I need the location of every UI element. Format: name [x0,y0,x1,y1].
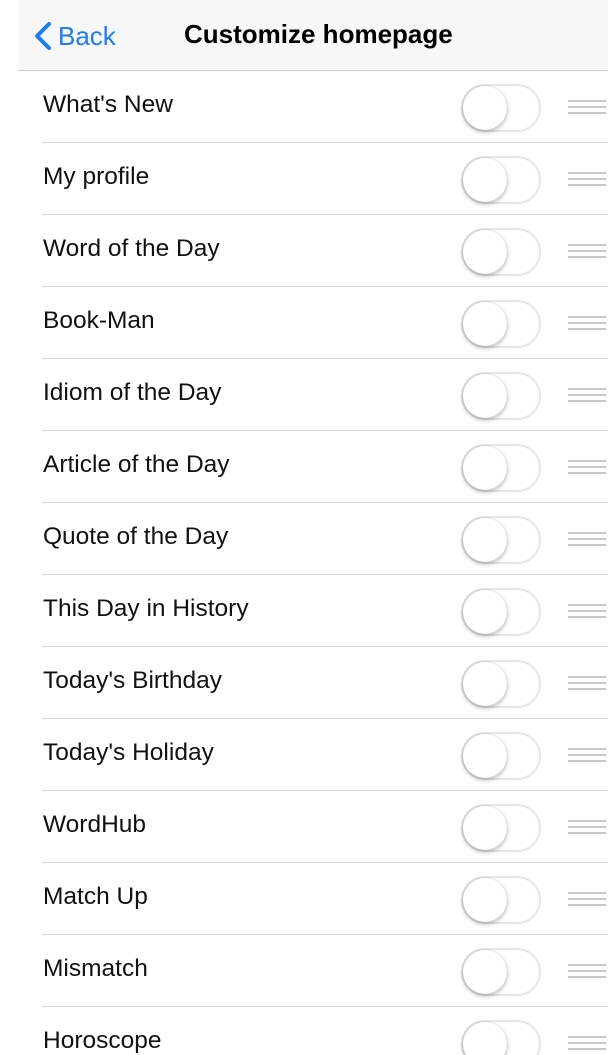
drag-handle-icon[interactable] [568,244,606,258]
visibility-toggle[interactable] [461,516,541,564]
left-edge-strip [0,0,18,1055]
list-item: What's New [18,71,608,143]
chevron-left-icon [35,22,51,50]
toggle-knob [463,806,507,850]
toggle-knob [463,1022,507,1055]
list-item-label: Book-Man [43,307,155,334]
list-item: Today's Holiday [18,719,608,791]
list-item-label: Today's Birthday [43,667,222,694]
list-item: Quote of the Day [18,503,608,575]
drag-handle-icon[interactable] [568,388,606,402]
list-item-label: Match Up [43,883,148,910]
toggle-knob [463,374,507,418]
list-item-label: Horoscope [43,1027,162,1054]
toggle-knob [463,950,507,994]
toggle-knob [463,230,507,274]
visibility-toggle[interactable] [461,876,541,924]
back-button[interactable]: Back [32,18,116,54]
list-item: Book-Man [18,287,608,359]
toggle-knob [463,734,507,778]
visibility-toggle[interactable] [461,588,541,636]
list-item-label: Article of the Day [43,451,230,478]
toggle-knob [463,446,507,490]
list-item-label: Quote of the Day [43,523,229,550]
list-item: This Day in History [18,575,608,647]
visibility-toggle[interactable] [461,228,541,276]
drag-handle-icon[interactable] [568,820,606,834]
toggle-knob [463,158,507,202]
toggle-knob [463,86,507,130]
visibility-toggle[interactable] [461,156,541,204]
drag-handle-icon[interactable] [568,748,606,762]
list-item: Idiom of the Day [18,359,608,431]
navigation-bar: Back Customize homepage [18,0,608,71]
list-item: WordHub [18,791,608,863]
toggle-knob [463,662,507,706]
back-label: Back [58,20,116,51]
visibility-toggle[interactable] [461,372,541,420]
visibility-toggle[interactable] [461,300,541,348]
list-item-label: This Day in History [43,595,249,622]
page-title: Customize homepage [184,19,453,49]
drag-handle-icon[interactable] [568,460,606,474]
list-item: My profile [18,143,608,215]
drag-handle-icon[interactable] [568,1036,606,1050]
drag-handle-icon[interactable] [568,100,606,114]
list-item: Mismatch [18,935,608,1007]
visibility-toggle[interactable] [461,660,541,708]
toggle-knob [463,878,507,922]
homepage-section-list: What's New My profile Word of the Day Book-… [18,71,608,1055]
list-item: Word of the Day [18,215,608,287]
list-item: Today's Birthday [18,647,608,719]
list-item-label: WordHub [43,811,147,838]
drag-handle-icon[interactable] [568,316,606,330]
visibility-toggle[interactable] [461,84,541,132]
list-item-label: What's New [43,91,173,118]
visibility-toggle[interactable] [461,732,541,780]
customize-homepage-screen: Back Customize homepage What's New My pro… [0,0,608,1055]
drag-handle-icon[interactable] [568,172,606,186]
visibility-toggle[interactable] [461,1020,541,1055]
list-item: Horoscope [18,1007,608,1055]
toggle-knob [463,302,507,346]
drag-handle-icon[interactable] [568,532,606,546]
visibility-toggle[interactable] [461,804,541,852]
toggle-knob [463,518,507,562]
toggle-knob [463,590,507,634]
list-item-label: Word of the Day [43,235,220,262]
visibility-toggle[interactable] [461,444,541,492]
drag-handle-icon[interactable] [568,892,606,906]
drag-handle-icon[interactable] [568,676,606,690]
drag-handle-icon[interactable] [568,964,606,978]
list-item: Match Up [18,863,608,935]
list-item: Article of the Day [18,431,608,503]
list-item-label: Today's Holiday [43,739,214,766]
list-item-label: Mismatch [43,955,148,982]
drag-handle-icon[interactable] [568,604,606,618]
visibility-toggle[interactable] [461,948,541,996]
list-item-label: My profile [43,163,150,190]
list-item-label: Idiom of the Day [43,379,222,406]
